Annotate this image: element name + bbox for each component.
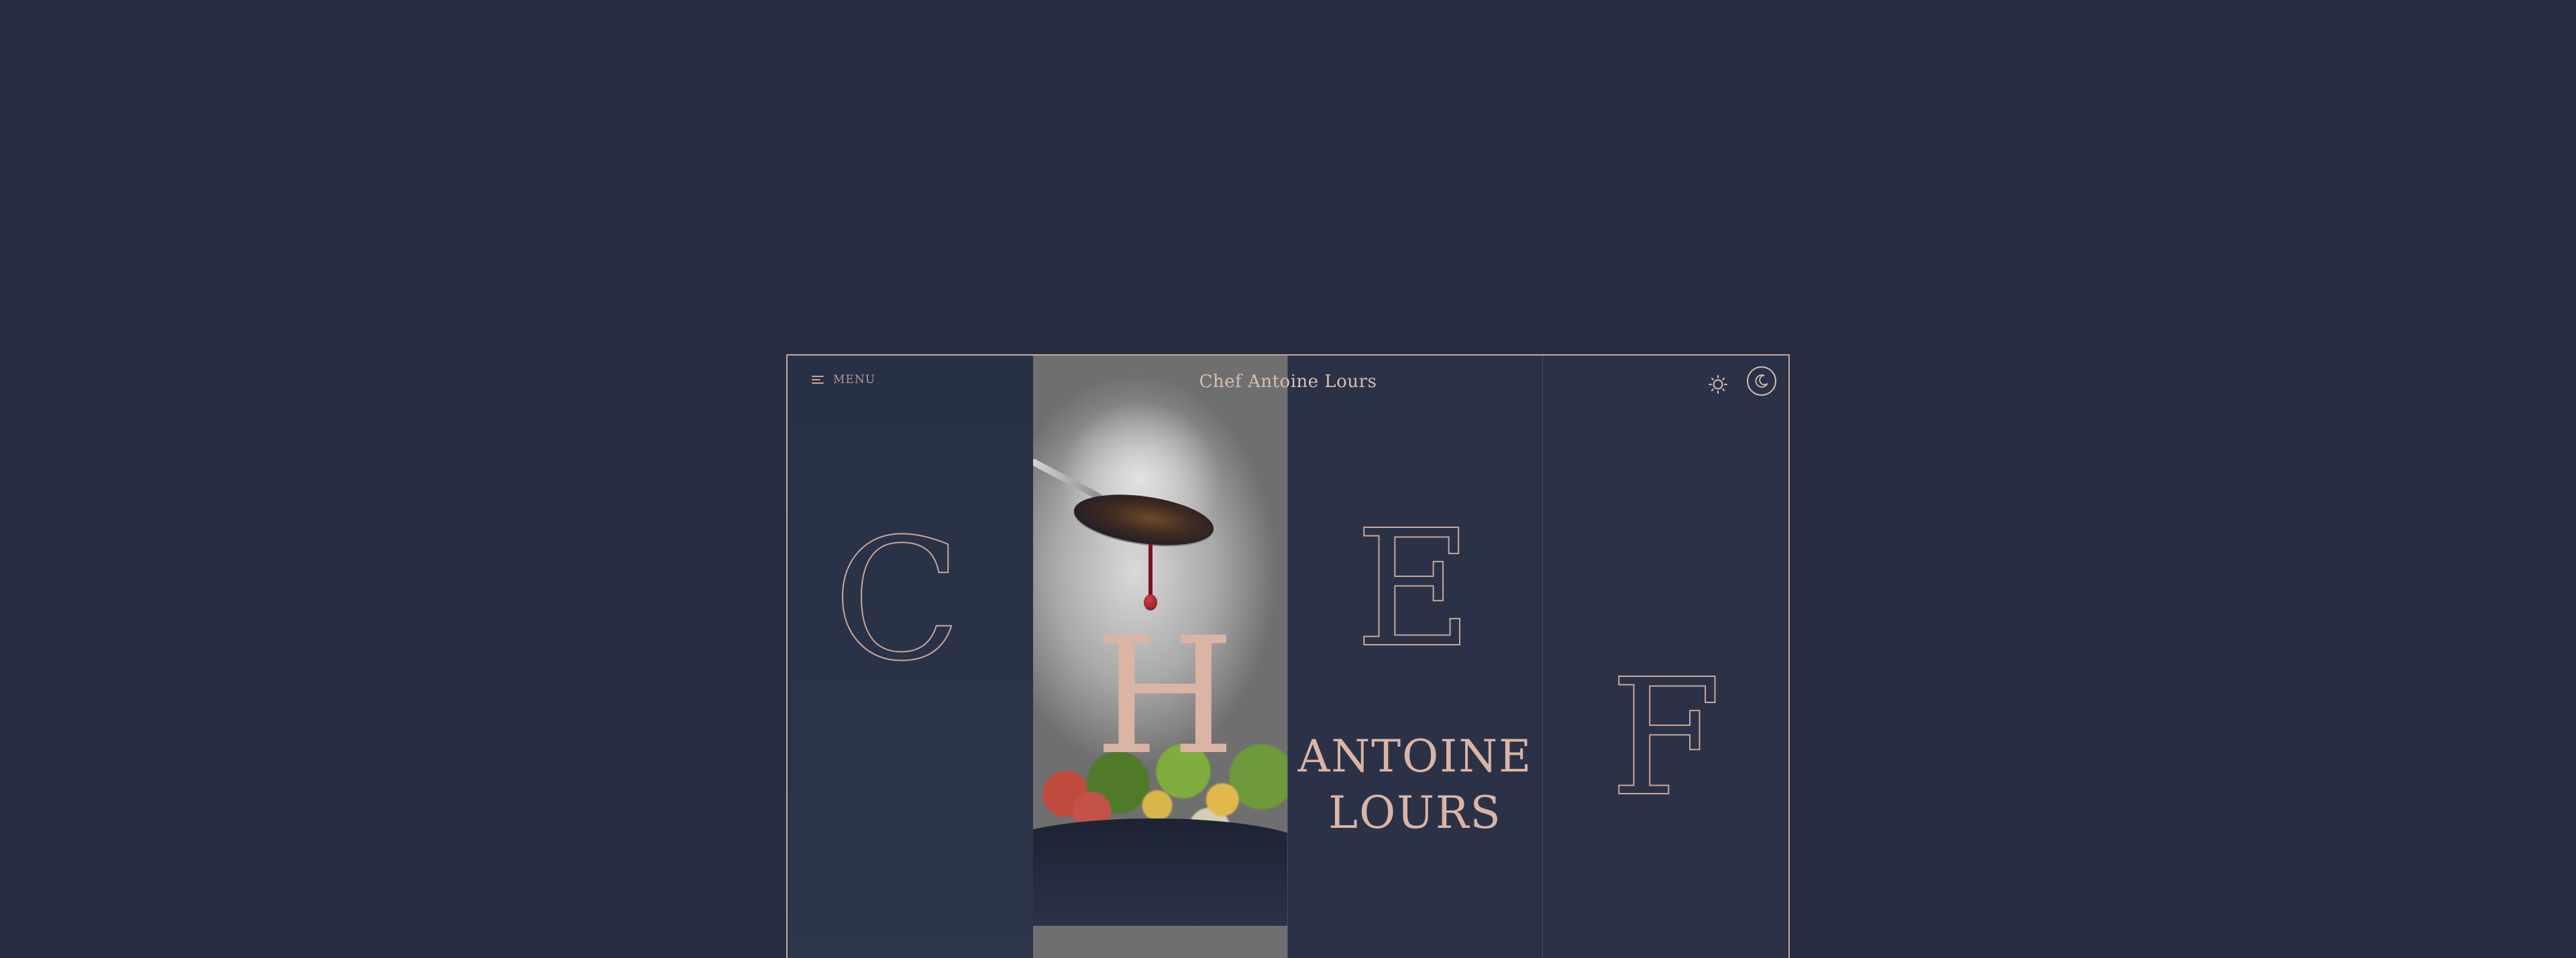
moon-icon[interactable]: [1747, 366, 1776, 396]
hero-letter-e: E: [1354, 495, 1473, 683]
column-f: F: [1543, 356, 1788, 958]
sun-icon[interactable]: [1708, 374, 1728, 394]
chef-name: ANTOINE LOURS: [1288, 729, 1542, 841]
hero-frame: C H E ANTOINE LOURS F MENU Chef Antoine …: [786, 354, 1790, 958]
column-e: E ANTOINE LOURS: [1288, 356, 1543, 958]
sauce-drip: [1148, 543, 1152, 597]
hero-letter-f: F: [1609, 644, 1723, 832]
column-h: H: [1033, 356, 1288, 958]
top-bar: MENU Chef Antoine Lours: [788, 356, 1788, 409]
hero-letter-h: H: [1095, 602, 1236, 790]
site-title[interactable]: Chef Antoine Lours: [788, 372, 1788, 392]
column-c: C: [788, 356, 1042, 958]
chef-name-line-1: ANTOINE: [1297, 731, 1533, 782]
chef-name-line-2: LOURS: [1328, 787, 1502, 839]
spoon: [1071, 486, 1217, 553]
hero-letter-c: C: [833, 502, 962, 698]
spoon-handle: [1033, 458, 1104, 502]
bowl: [1033, 818, 1287, 926]
